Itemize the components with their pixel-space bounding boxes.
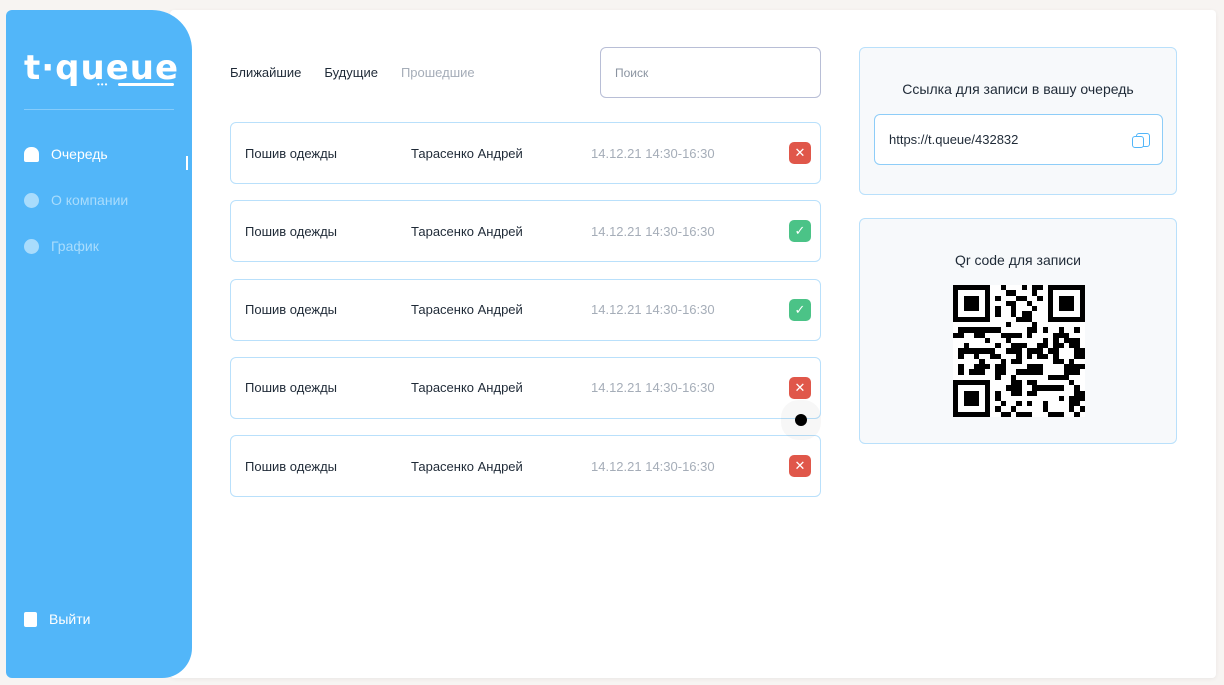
close-icon[interactable]: ✕ bbox=[789, 376, 811, 399]
table-row[interactable]: Пошив одежды Тарасенко Андрей 14.12.21 1… bbox=[230, 200, 821, 263]
link-panel-title: Ссылка для записи в вашу очередь bbox=[902, 81, 1134, 97]
sidebar-item-schedule[interactable]: График bbox=[24, 238, 99, 254]
home-icon bbox=[24, 146, 39, 162]
sidebar-item-label: Очередь bbox=[51, 146, 108, 162]
active-indicator bbox=[186, 156, 188, 170]
qr-panel-title: Qr code для записи bbox=[955, 252, 1081, 268]
logo-dots: ••• bbox=[97, 80, 109, 89]
tabs: Ближайшие Будущие Прошедшие bbox=[230, 65, 475, 80]
appointment-time: 14.12.21 14:30-16:30 bbox=[591, 458, 715, 474]
appointment-time: 14.12.21 14:30-16:30 bbox=[591, 145, 715, 161]
client-name: Тарасенко Андрей bbox=[411, 145, 523, 161]
booking-link[interactable]: https://t.queue/432832 bbox=[889, 132, 1018, 147]
sidebar: t·queue ••• Очередь О компании График Вы… bbox=[6, 10, 192, 678]
check-icon[interactable]: ✓ bbox=[789, 298, 811, 321]
sidebar-item-label: О компании bbox=[51, 192, 129, 208]
client-name: Тарасенко Андрей bbox=[411, 380, 523, 396]
client-name: Тарасенко Андрей bbox=[411, 223, 523, 239]
check-icon[interactable]: ✓ bbox=[789, 220, 811, 243]
tab-past[interactable]: Прошедшие bbox=[401, 65, 475, 80]
copy-icon[interactable] bbox=[1132, 133, 1150, 148]
client-name: Тарасенко Андрей bbox=[411, 458, 523, 474]
appointment-time: 14.12.21 14:30-16:30 bbox=[591, 223, 715, 239]
divider bbox=[24, 109, 174, 110]
table-row[interactable]: Пошив одежды Тарасенко Андрей 14.12.21 1… bbox=[230, 278, 821, 341]
close-icon[interactable]: ✕ bbox=[789, 142, 811, 164]
sidebar-item-company[interactable]: О компании bbox=[24, 192, 128, 208]
close-icon[interactable]: ✕ bbox=[789, 455, 811, 478]
qr-module bbox=[1079, 411, 1085, 417]
logout-icon bbox=[24, 611, 37, 627]
service-name: Пошив одежды bbox=[245, 145, 338, 161]
logo-underline bbox=[118, 83, 174, 86]
table-row[interactable]: Пошив одежды Тарасенко Андрей 14.12.21 1… bbox=[230, 356, 821, 419]
qr-panel: Qr code для записи bbox=[859, 218, 1177, 444]
service-name: Пошив одежды bbox=[245, 223, 338, 239]
appointment-time: 14.12.21 14:30-16:30 bbox=[591, 302, 715, 318]
qr-code bbox=[953, 285, 1085, 417]
service-name: Пошив одежды bbox=[245, 380, 338, 396]
clock-icon bbox=[24, 238, 39, 254]
service-name: Пошив одежды bbox=[245, 458, 338, 474]
booking-link-field[interactable]: https://t.queue/432832 bbox=[874, 114, 1163, 165]
client-name: Тарасенко Андрей bbox=[411, 302, 523, 318]
logout-button[interactable]: Выйти bbox=[24, 611, 90, 627]
tab-future[interactable]: Будущие bbox=[324, 65, 378, 80]
table-row[interactable]: Пошив одежды Тарасенко Андрей 14.12.21 1… bbox=[230, 435, 821, 498]
search-input[interactable] bbox=[600, 47, 821, 98]
appointment-time: 14.12.21 14:30-16:30 bbox=[591, 380, 715, 396]
tab-nearest[interactable]: Ближайшие bbox=[230, 65, 301, 80]
cursor bbox=[795, 414, 807, 426]
link-panel: Ссылка для записи в вашу очередь https:/… bbox=[859, 47, 1177, 195]
sidebar-item-queue[interactable]: Очередь bbox=[24, 146, 108, 162]
service-name: Пошив одежды bbox=[245, 302, 338, 318]
sidebar-item-label: График bbox=[51, 238, 99, 254]
gear-icon bbox=[24, 192, 39, 208]
table-row[interactable]: Пошив одежды Тарасенко Андрей 14.12.21 1… bbox=[230, 122, 821, 184]
logout-label: Выйти bbox=[49, 611, 91, 627]
